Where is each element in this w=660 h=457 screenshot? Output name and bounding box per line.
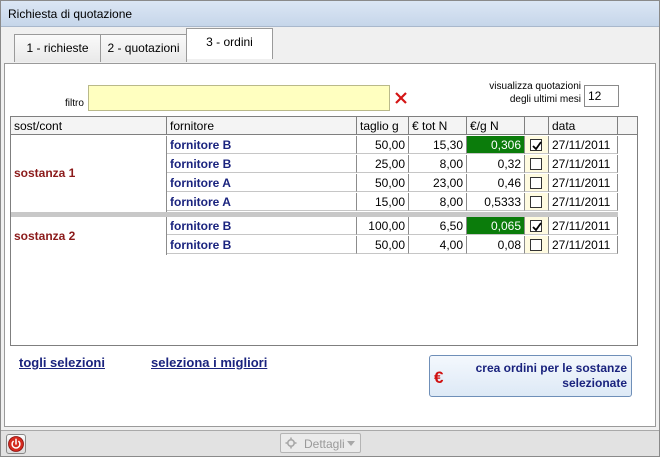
total-cell: 8,00 <box>409 193 467 211</box>
create-orders-label-line1: crea ordini per le sostanze <box>475 361 627 375</box>
x-icon[interactable] <box>393 90 409 106</box>
col-header-filler <box>618 117 637 135</box>
power-button[interactable] <box>6 434 26 454</box>
supplier-cell: fornitore B <box>167 236 357 254</box>
price-per-gram-cell: 0,08 <box>467 236 525 254</box>
select-cell <box>525 193 549 211</box>
date-cell: 27/11/2011 <box>549 217 618 235</box>
substance-group: sostanza 1 <box>11 136 167 212</box>
date-cell: 27/11/2011 <box>549 155 618 173</box>
status-bar: Dettagli <box>1 430 659 456</box>
row-checkbox[interactable] <box>530 158 542 170</box>
filter-label: filtro <box>65 98 84 109</box>
details-label: Dettagli <box>304 437 345 451</box>
create-orders-button[interactable]: € crea ordini per le sostanze selezionat… <box>429 355 632 397</box>
select-best-link[interactable]: seleziona i migliori <box>151 355 267 370</box>
tab-quotazioni[interactable]: 2 - quotazioni <box>100 34 187 62</box>
select-cell <box>525 136 549 154</box>
title-bar: Richiesta di quotazione <box>1 1 659 27</box>
chevron-down-icon <box>347 441 355 446</box>
substance-group: sostanza 2 <box>11 217 167 255</box>
substance-name: sostanza 1 <box>14 166 76 180</box>
supplier-cell: fornitore B <box>167 155 357 173</box>
gear-icon <box>285 437 297 449</box>
size-cell: 50,00 <box>357 174 409 192</box>
filter-input[interactable] <box>88 85 390 111</box>
size-cell: 100,00 <box>357 217 409 235</box>
substance-name: sostanza 2 <box>14 229 76 243</box>
col-header-per-g[interactable]: €/g N <box>467 117 525 135</box>
quotations-table: sost/cont fornitore taglio g € tot N €/g… <box>10 116 638 346</box>
row-checkbox[interactable] <box>530 177 542 189</box>
date-cell: 27/11/2011 <box>549 174 618 192</box>
months-label-line2: degli ultimi mesi <box>509 94 581 105</box>
select-cell <box>525 155 549 173</box>
check-icon <box>532 222 542 232</box>
row-checkbox[interactable] <box>530 196 542 208</box>
supplier-cell: fornitore B <box>167 136 357 154</box>
supplier-cell: fornitore A <box>167 193 357 211</box>
total-cell: 8,00 <box>409 155 467 173</box>
col-header-taglio[interactable]: taglio g <box>357 117 409 135</box>
supplier-cell: fornitore A <box>167 174 357 192</box>
col-header-data[interactable]: data <box>549 117 618 135</box>
col-header-fornitore[interactable]: fornitore <box>167 117 357 135</box>
date-cell: 27/11/2011 <box>549 136 618 154</box>
row-checkbox[interactable] <box>530 239 542 251</box>
window: Richiesta di quotazione 1 - richieste 2 … <box>0 0 660 457</box>
months-label-line1: visualizza quotazioni <box>489 81 581 92</box>
row-checkbox[interactable] <box>530 220 542 232</box>
price-per-gram-cell: 0,32 <box>467 155 525 173</box>
power-icon <box>8 436 24 452</box>
total-cell: 15,30 <box>409 136 467 154</box>
months-label: visualizza quotazioni degli ultimi mesi <box>445 80 581 106</box>
price-per-gram-cell: 0,306 <box>467 136 525 154</box>
euro-icon: € <box>434 368 444 387</box>
total-cell: 4,00 <box>409 236 467 254</box>
months-input[interactable] <box>584 85 619 107</box>
tab-ordini[interactable]: 3 - ordini <box>186 28 273 59</box>
select-cell <box>525 217 549 235</box>
check-icon <box>532 141 542 151</box>
col-header-select[interactable] <box>525 117 549 135</box>
details-button[interactable]: Dettagli <box>280 433 361 453</box>
supplier-cell: fornitore B <box>167 217 357 235</box>
price-per-gram-cell: 0,5333 <box>467 193 525 211</box>
select-cell <box>525 174 549 192</box>
size-cell: 15,00 <box>357 193 409 211</box>
clear-selection-link[interactable]: togli selezioni <box>19 355 105 370</box>
price-per-gram-cell: 0,46 <box>467 174 525 192</box>
total-cell: 23,00 <box>409 174 467 192</box>
create-orders-label-line2: selezionate <box>562 376 627 390</box>
date-cell: 27/11/2011 <box>549 193 618 211</box>
size-cell: 50,00 <box>357 236 409 254</box>
window-title: Richiesta di quotazione <box>8 7 133 21</box>
size-cell: 25,00 <box>357 155 409 173</box>
date-cell: 27/11/2011 <box>549 236 618 254</box>
select-cell <box>525 236 549 254</box>
col-header-sost-cont[interactable]: sost/cont <box>11 117 167 135</box>
size-cell: 50,00 <box>357 136 409 154</box>
orders-panel: filtro visualizza quotazioni degli ultim… <box>4 63 656 427</box>
row-checkbox[interactable] <box>530 139 542 151</box>
create-orders-label: crea ordini per le sostanze selezionate <box>451 361 627 391</box>
price-per-gram-cell: 0,065 <box>467 217 525 235</box>
total-cell: 6,50 <box>409 217 467 235</box>
tab-richieste[interactable]: 1 - richieste <box>14 34 101 62</box>
col-header-tot[interactable]: € tot N <box>409 117 467 135</box>
